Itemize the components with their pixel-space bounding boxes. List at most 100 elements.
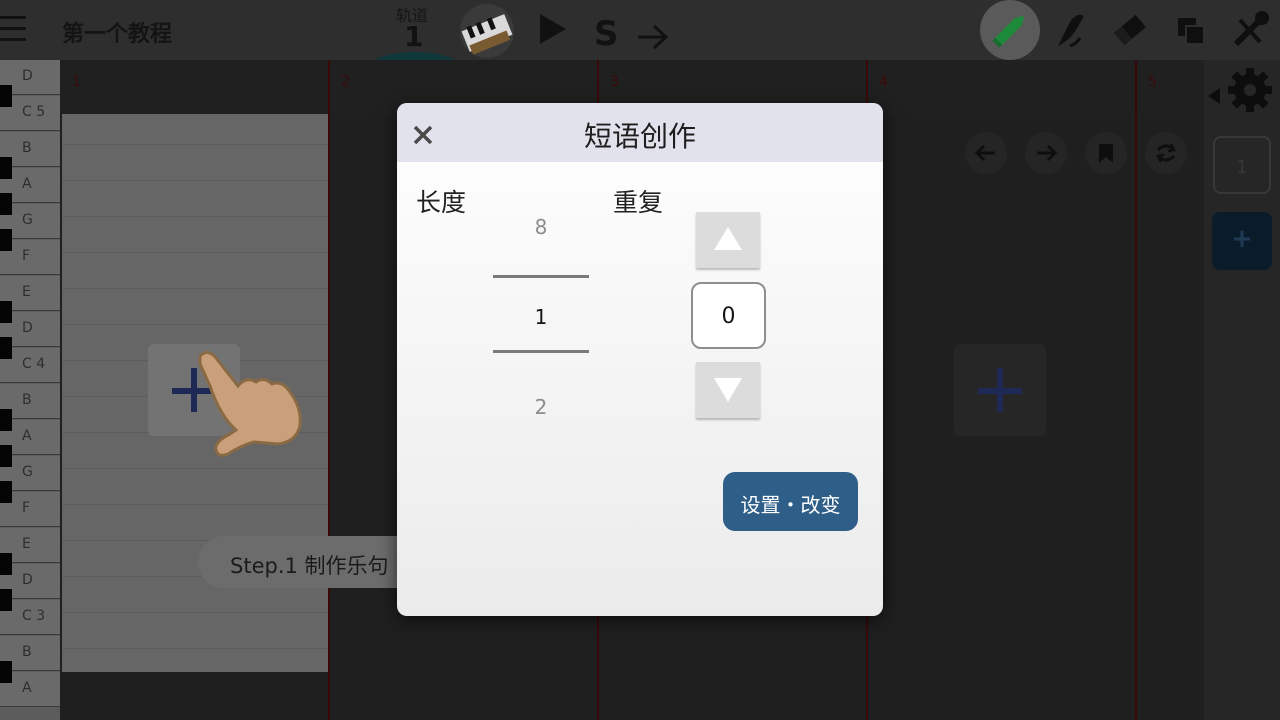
phrase-stripe bbox=[62, 180, 328, 181]
track-number[interactable]: 1 bbox=[404, 20, 423, 53]
piano-key-label: B bbox=[22, 392, 32, 408]
piano-key-label: A bbox=[22, 176, 32, 192]
phrase-dialog: 短语创作 长度 重复 8 1 2 0 设置・改变 bbox=[397, 103, 883, 616]
bar-number: 2 bbox=[341, 74, 350, 90]
piano-black-key[interactable] bbox=[0, 229, 12, 251]
phrase-stripe bbox=[62, 252, 328, 253]
up-triangle-icon bbox=[714, 227, 742, 250]
swap-button[interactable] bbox=[1145, 132, 1187, 174]
picker-divider bbox=[493, 350, 589, 353]
arrow-right-icon[interactable] bbox=[636, 22, 670, 56]
gear-icon[interactable] bbox=[1208, 66, 1274, 120]
bookmark-button[interactable] bbox=[1085, 132, 1127, 174]
repeat-value-field[interactable]: 0 bbox=[691, 282, 766, 349]
phrase-stripe bbox=[62, 216, 328, 217]
repeat-label: 重复 bbox=[613, 188, 664, 217]
piano-key-label: G bbox=[22, 464, 33, 480]
dialog-title: 短语创作 bbox=[583, 120, 696, 153]
piano-black-key[interactable] bbox=[0, 337, 12, 359]
piano-key-label: G bbox=[22, 212, 33, 228]
piano-key-label: F bbox=[22, 500, 31, 516]
piano-key-label: C 5 bbox=[22, 104, 46, 120]
phrase-stripe bbox=[62, 468, 328, 469]
tools-button[interactable] bbox=[1220, 0, 1280, 60]
phrase-stripe bbox=[62, 144, 328, 145]
piano-black-key[interactable] bbox=[0, 445, 12, 467]
piano-black-key[interactable] bbox=[0, 85, 12, 107]
piano-key-label: E bbox=[22, 284, 31, 300]
piano-key-label: D bbox=[22, 572, 33, 588]
piano-key-label: A bbox=[22, 680, 32, 696]
bar-line bbox=[328, 60, 330, 720]
piano-black-key[interactable] bbox=[0, 193, 12, 215]
eraser-icon bbox=[1114, 14, 1146, 46]
piano-black-key[interactable] bbox=[0, 481, 12, 503]
track-count-box[interactable]: 1 bbox=[1213, 136, 1271, 194]
length-picker-selected[interactable]: 1 bbox=[493, 305, 589, 329]
phrase-stripe bbox=[62, 504, 328, 505]
play-icon[interactable] bbox=[538, 12, 568, 50]
piano-black-key[interactable] bbox=[0, 661, 12, 683]
piano-key-label: D bbox=[22, 320, 33, 336]
phrase-stripe bbox=[62, 324, 328, 325]
pencil-icon bbox=[992, 15, 1025, 48]
length-picker-prev[interactable]: 8 bbox=[493, 215, 589, 239]
length-label: 长度 bbox=[416, 188, 467, 217]
add-track-button[interactable]: + bbox=[1212, 212, 1272, 270]
copy-icon bbox=[1178, 18, 1205, 45]
undo-button[interactable] bbox=[965, 132, 1007, 174]
add-track-label: + bbox=[1231, 224, 1253, 254]
menu-icon[interactable] bbox=[0, 14, 26, 44]
bookmark-icon bbox=[1099, 144, 1113, 163]
bar-line bbox=[1135, 60, 1137, 720]
undo-icon bbox=[974, 144, 995, 162]
piano-black-key[interactable] bbox=[0, 409, 12, 431]
piano-key-label: A bbox=[22, 428, 32, 444]
s-icon[interactable]: S bbox=[594, 14, 619, 54]
add-phrase-button[interactable] bbox=[954, 344, 1046, 436]
track-count: 1 bbox=[1236, 157, 1248, 178]
eraser-tool-button[interactable] bbox=[1100, 0, 1160, 60]
apply-button-label: 设置・改变 bbox=[740, 493, 841, 517]
pencil-tool-button[interactable] bbox=[980, 0, 1040, 60]
top-bar: 第一个教程 轨道 1 S bbox=[0, 0, 1280, 82]
redo-button[interactable] bbox=[1025, 132, 1067, 174]
project-title: 第一个教程 bbox=[62, 22, 173, 47]
tutorial-step-text: Step.1 制作乐句 bbox=[230, 554, 389, 578]
piano-key-label: C 4 bbox=[22, 356, 46, 372]
down-triangle-icon bbox=[714, 378, 742, 402]
redo-icon bbox=[1037, 144, 1058, 162]
piano-black-key[interactable] bbox=[0, 301, 12, 323]
brush-tool-button[interactable] bbox=[1040, 0, 1100, 60]
copy-tool-button[interactable] bbox=[1160, 0, 1220, 60]
apply-button[interactable]: 设置・改变 bbox=[723, 472, 858, 531]
piano-keyboard: D C 5 B A G F E D C 4 B A G F E D C 3 B A bbox=[0, 60, 60, 720]
swap-icon bbox=[1156, 143, 1176, 163]
piano-key-label: D bbox=[22, 68, 33, 84]
bar-number: 1 bbox=[72, 74, 81, 90]
phrase-stripe bbox=[62, 288, 328, 289]
piano-key-label: C 3 bbox=[22, 608, 46, 624]
piano-key-label: B bbox=[22, 140, 32, 156]
piano-black-key[interactable] bbox=[0, 553, 12, 575]
bar-number: 5 bbox=[1148, 74, 1157, 90]
piano-black-key[interactable] bbox=[0, 589, 12, 611]
piano-icon[interactable] bbox=[460, 4, 514, 58]
repeat-increment-button[interactable] bbox=[696, 212, 760, 268]
piano-black-key[interactable] bbox=[0, 157, 12, 179]
close-icon[interactable] bbox=[411, 123, 435, 147]
bar-number: 4 bbox=[879, 74, 888, 90]
bar-number: 3 bbox=[610, 74, 619, 90]
phrase-stripe bbox=[62, 648, 328, 649]
length-picker-next[interactable]: 2 bbox=[493, 395, 589, 419]
piano-key-label: F bbox=[22, 248, 31, 264]
hand-pointer-icon bbox=[190, 346, 310, 466]
repeat-decrement-button[interactable] bbox=[696, 362, 760, 418]
brush-icon bbox=[1058, 14, 1084, 48]
dialog-header: 短语创作 bbox=[397, 103, 883, 162]
repeat-value: 0 bbox=[721, 304, 736, 329]
picker-divider bbox=[493, 275, 589, 278]
piano-key-label: B bbox=[22, 644, 32, 660]
tools-icon bbox=[1233, 11, 1269, 47]
phrase-stripe bbox=[62, 612, 328, 613]
